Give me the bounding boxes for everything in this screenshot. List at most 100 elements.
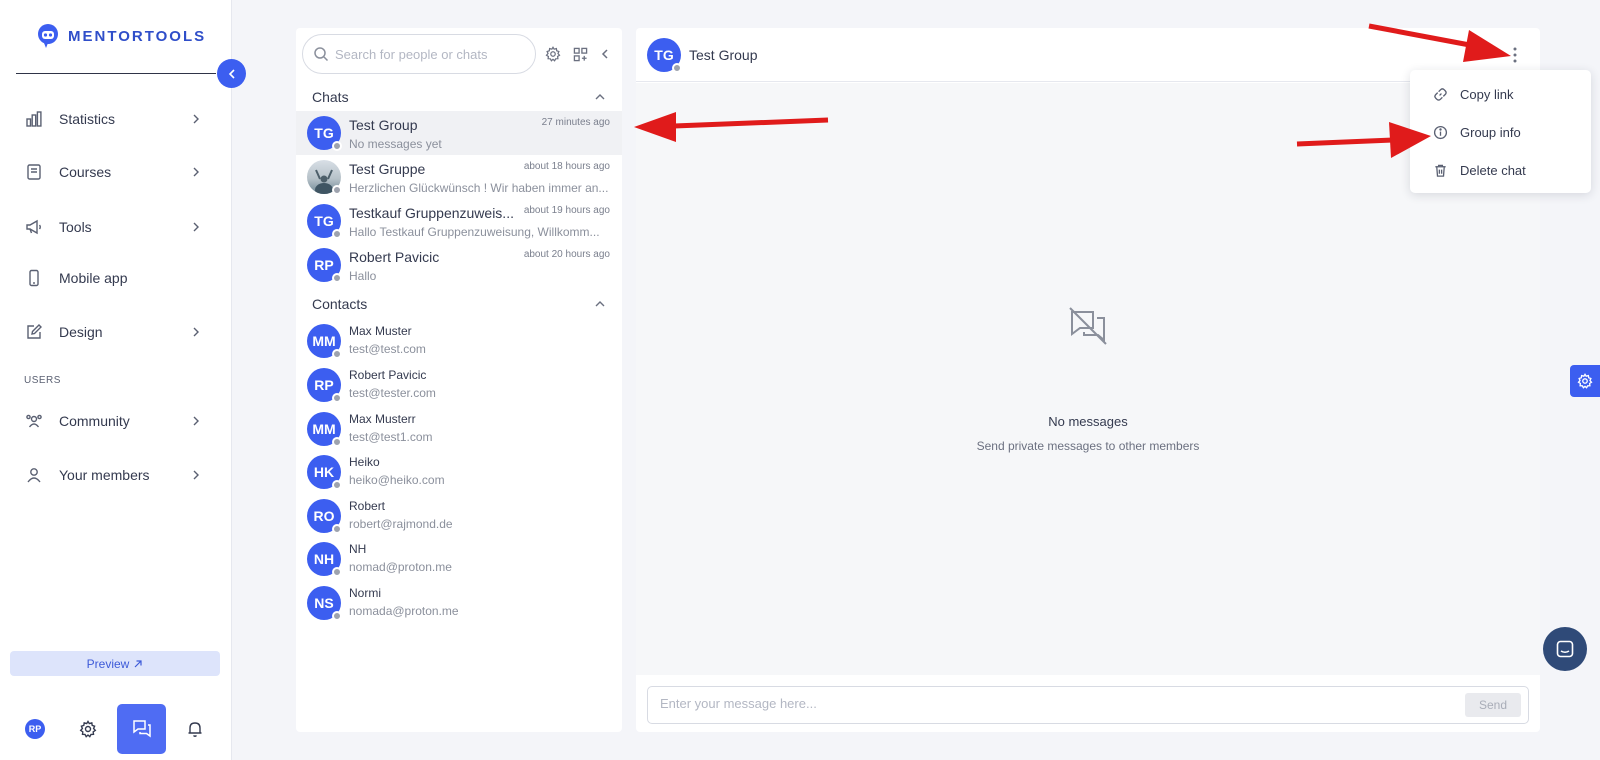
status-indicator bbox=[332, 437, 342, 447]
chat-name: Robert Pavicic bbox=[349, 249, 440, 265]
chat-time: about 19 hours ago bbox=[523, 205, 610, 216]
chat-item[interactable]: Test Gruppe about 18 hours ago Herzliche… bbox=[296, 155, 622, 199]
sidebar-item-courses[interactable]: Courses bbox=[24, 157, 202, 187]
contact-item[interactable]: MM Max Muster test@test.com bbox=[296, 319, 622, 363]
info-icon bbox=[1432, 124, 1448, 140]
contact-name: Heiko bbox=[349, 455, 380, 469]
book-icon bbox=[24, 162, 44, 182]
message-input[interactable] bbox=[660, 696, 1420, 711]
sidebar-item-tools[interactable]: Tools bbox=[24, 212, 202, 242]
contact-item[interactable]: NH NH nomad@proton.me bbox=[296, 537, 622, 581]
sidebar-item-mobile-app[interactable]: Mobile app bbox=[24, 263, 202, 293]
collapse-list-button[interactable] bbox=[596, 45, 614, 63]
status-indicator bbox=[332, 229, 342, 239]
sidebar-item-design[interactable]: Design bbox=[24, 317, 202, 347]
empty-state-title: No messages bbox=[1048, 414, 1128, 429]
page-settings-button[interactable] bbox=[1570, 365, 1600, 397]
chat-preview: Herzlichen Glückwünsch ! Wir haben immer… bbox=[349, 181, 609, 195]
chevron-up-icon bbox=[595, 94, 605, 100]
chat-item[interactable]: RP Robert Pavicic about 20 hours ago Hal… bbox=[296, 243, 622, 287]
menu-item-copy-link[interactable]: Copy link bbox=[1410, 78, 1591, 110]
chat-bubbles-icon bbox=[132, 720, 151, 738]
status-indicator bbox=[332, 567, 342, 577]
gear-icon bbox=[1577, 373, 1593, 389]
notifications-button[interactable] bbox=[183, 717, 207, 741]
external-link-icon bbox=[134, 659, 142, 667]
brand-logo[interactable]: MENTORTOOLS bbox=[34, 22, 206, 50]
chevron-left-icon bbox=[228, 68, 235, 79]
contact-name: Robert Pavicic bbox=[349, 368, 427, 382]
sidebar-item-label: Mobile app bbox=[59, 270, 128, 286]
chat-list-panel: Chats TG Test Group 27 minutes ago No me… bbox=[296, 28, 622, 732]
contact-name: Robert bbox=[349, 499, 386, 513]
search-input[interactable] bbox=[335, 46, 525, 62]
options-menu: Copy link Group info Delete chat bbox=[1410, 70, 1591, 193]
chat-preview: Hallo bbox=[349, 269, 377, 283]
chat-item[interactable]: TG Test Group 27 minutes ago No messages… bbox=[296, 111, 622, 155]
status-indicator bbox=[332, 611, 342, 621]
collapse-sidebar-button[interactable] bbox=[217, 59, 246, 88]
chat-preview: No messages yet bbox=[349, 137, 442, 151]
contact-email: heiko@heiko.com bbox=[349, 473, 445, 487]
contact-item[interactable]: RP Robert Pavicic test@tester.com bbox=[296, 363, 622, 407]
sidebar-item-statistics[interactable]: Statistics bbox=[24, 104, 202, 134]
menu-item-delete-chat[interactable]: Delete chat bbox=[1410, 154, 1591, 186]
grid-plus-icon bbox=[573, 47, 587, 61]
conversation-header: TG Test Group bbox=[636, 28, 1540, 82]
contact-email: test@test.com bbox=[349, 342, 426, 356]
conversation-title: Test Group bbox=[689, 47, 758, 63]
contact-item[interactable]: MM Max Musterr test@test1.com bbox=[296, 407, 622, 451]
chevron-left-icon bbox=[601, 49, 608, 59]
mobile-icon bbox=[24, 268, 44, 288]
preview-button[interactable]: Preview bbox=[10, 651, 220, 676]
status-indicator bbox=[332, 141, 342, 151]
contact-name: Max Musterr bbox=[349, 412, 416, 426]
sidebar: MENTORTOOLS Statistics Courses Tools Mob… bbox=[0, 0, 232, 760]
empty-state-subtitle: Send private messages to other members bbox=[976, 439, 1200, 453]
chat-item[interactable]: TG Testkauf Gruppenzuweis... about 19 ho… bbox=[296, 199, 622, 243]
contact-item[interactable]: RO Robert robert@rajmond.de bbox=[296, 494, 622, 538]
no-messages-icon bbox=[1069, 307, 1107, 345]
status-indicator bbox=[672, 63, 682, 73]
chevron-right-icon bbox=[193, 167, 199, 177]
trash-icon bbox=[1432, 162, 1448, 178]
menu-item-group-info[interactable]: Group info bbox=[1410, 116, 1591, 148]
chat-name: Test Gruppe bbox=[349, 161, 426, 177]
sidebar-item-community[interactable]: Community bbox=[24, 406, 202, 436]
message-composer: Send bbox=[647, 686, 1529, 724]
new-group-button[interactable] bbox=[571, 45, 589, 63]
chat-settings-button[interactable] bbox=[544, 45, 562, 63]
contact-email: nomad@proton.me bbox=[349, 560, 452, 574]
sidebar-item-label: Courses bbox=[59, 164, 112, 180]
sidebar-item-label: Community bbox=[59, 413, 130, 429]
messages-button[interactable] bbox=[117, 704, 166, 754]
kebab-menu-icon bbox=[1513, 47, 1517, 63]
chat-name: Test Group bbox=[349, 117, 418, 133]
status-indicator bbox=[332, 349, 342, 359]
user-avatar[interactable]: RP bbox=[25, 719, 45, 739]
pencil-icon bbox=[24, 322, 44, 342]
chat-name: Testkauf Gruppenzuweis... bbox=[349, 205, 514, 221]
brand-name: MENTORTOOLS bbox=[68, 27, 207, 45]
section-label-users: USERS bbox=[24, 375, 61, 386]
chats-section-header[interactable]: Chats bbox=[296, 83, 622, 111]
contacts-section-header[interactable]: Contacts bbox=[296, 290, 622, 318]
contact-email: nomada@proton.me bbox=[349, 604, 459, 618]
chat-widget-icon bbox=[1556, 640, 1574, 658]
link-icon bbox=[1432, 86, 1448, 102]
status-indicator bbox=[332, 393, 342, 403]
send-button[interactable]: Send bbox=[1465, 693, 1521, 717]
sidebar-item-your-members[interactable]: Your members bbox=[24, 460, 202, 490]
contact-item[interactable]: NS Normi nomada@proton.me bbox=[296, 581, 622, 625]
bell-icon bbox=[188, 722, 202, 737]
menu-item-label: Group info bbox=[1460, 124, 1521, 140]
more-options-button[interactable] bbox=[1504, 44, 1526, 66]
contact-email: test@test1.com bbox=[349, 430, 433, 444]
contact-name: Normi bbox=[349, 586, 381, 600]
menu-item-label: Copy link bbox=[1460, 86, 1514, 102]
contact-item[interactable]: HK Heiko heiko@heiko.com bbox=[296, 450, 622, 494]
contact-email: robert@rajmond.de bbox=[349, 517, 453, 531]
chat-time: about 18 hours ago bbox=[523, 161, 610, 172]
support-chat-launcher[interactable] bbox=[1543, 627, 1587, 671]
settings-button[interactable] bbox=[76, 717, 100, 741]
